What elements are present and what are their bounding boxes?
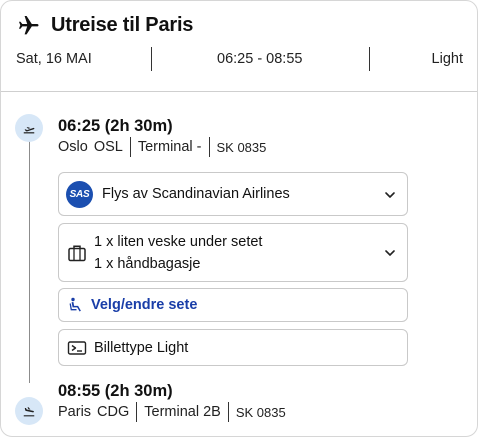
- takeoff-glyph: [23, 127, 35, 134]
- landing-icon: [15, 397, 43, 425]
- chevron-down-icon: [385, 250, 395, 256]
- departure-terminal: Terminal -: [137, 139, 202, 155]
- divider: [369, 47, 370, 71]
- trip-time-range: 06:25 - 08:55: [217, 51, 303, 67]
- trip-summary: Sat, 16 MAI 06:25 - 08:55 Light: [1, 47, 477, 73]
- departure-flight-number: SK 0835: [216, 139, 267, 155]
- arrival-terminal: Terminal 2B: [144, 404, 221, 420]
- ticket-icon: [67, 341, 87, 355]
- select-seat-label: Velg/endre sete: [91, 297, 198, 313]
- trip-ticket-type: Light: [431, 51, 463, 67]
- ticket-type-box: Billettype Light: [58, 329, 408, 366]
- flight-card: Utreise til Paris Sat, 16 MAI 06:25 - 08…: [0, 0, 478, 437]
- divider: [151, 47, 152, 71]
- airline-dropdown[interactable]: SAS Flys av Scandinavian Airlines: [58, 172, 408, 216]
- bag-icon: [68, 245, 86, 262]
- plane-icon: [19, 16, 39, 35]
- baggage-line-2: 1 x håndbagasje: [94, 256, 201, 272]
- departure-time: 06:25 (2h 30m): [58, 117, 173, 135]
- departure-airport: OSL: [93, 139, 123, 155]
- landing-glyph: [23, 407, 35, 417]
- divider: [227, 402, 229, 422]
- select-seat-button[interactable]: Velg/endre sete: [58, 288, 408, 322]
- baggage-line-1: 1 x liten veske under setet: [94, 234, 263, 250]
- departure-city: Oslo: [58, 139, 88, 155]
- airline-label: Flys av Scandinavian Airlines: [102, 186, 290, 202]
- arrival-city: Paris: [58, 404, 92, 420]
- arrival-flight-number: SK 0835: [235, 404, 286, 420]
- title-row: Utreise til Paris: [17, 13, 193, 37]
- sas-logo: SAS: [66, 181, 93, 208]
- baggage-dropdown[interactable]: 1 x liten veske under setet 1 x håndbaga…: [58, 223, 408, 282]
- arrival-location: Paris CDG Terminal 2B SK 0835: [58, 402, 286, 422]
- timeline-line: [29, 139, 30, 383]
- divider: [208, 137, 210, 157]
- ticket-type-label: Billettype Light: [94, 340, 189, 356]
- page-title: Utreise til Paris: [51, 13, 194, 36]
- arrival-time: 08:55 (2h 30m): [58, 382, 173, 400]
- seat-icon: [69, 297, 81, 312]
- trip-date: Sat, 16 MAI: [16, 51, 92, 67]
- divider: [129, 137, 131, 157]
- arrival-airport: CDG: [97, 404, 130, 420]
- flight-header: Utreise til Paris Sat, 16 MAI 06:25 - 08…: [1, 1, 477, 92]
- takeoff-icon: [15, 114, 43, 142]
- departure-location: Oslo OSL Terminal - SK 0835: [58, 137, 266, 157]
- divider: [136, 402, 138, 422]
- chevron-down-icon: [385, 192, 395, 198]
